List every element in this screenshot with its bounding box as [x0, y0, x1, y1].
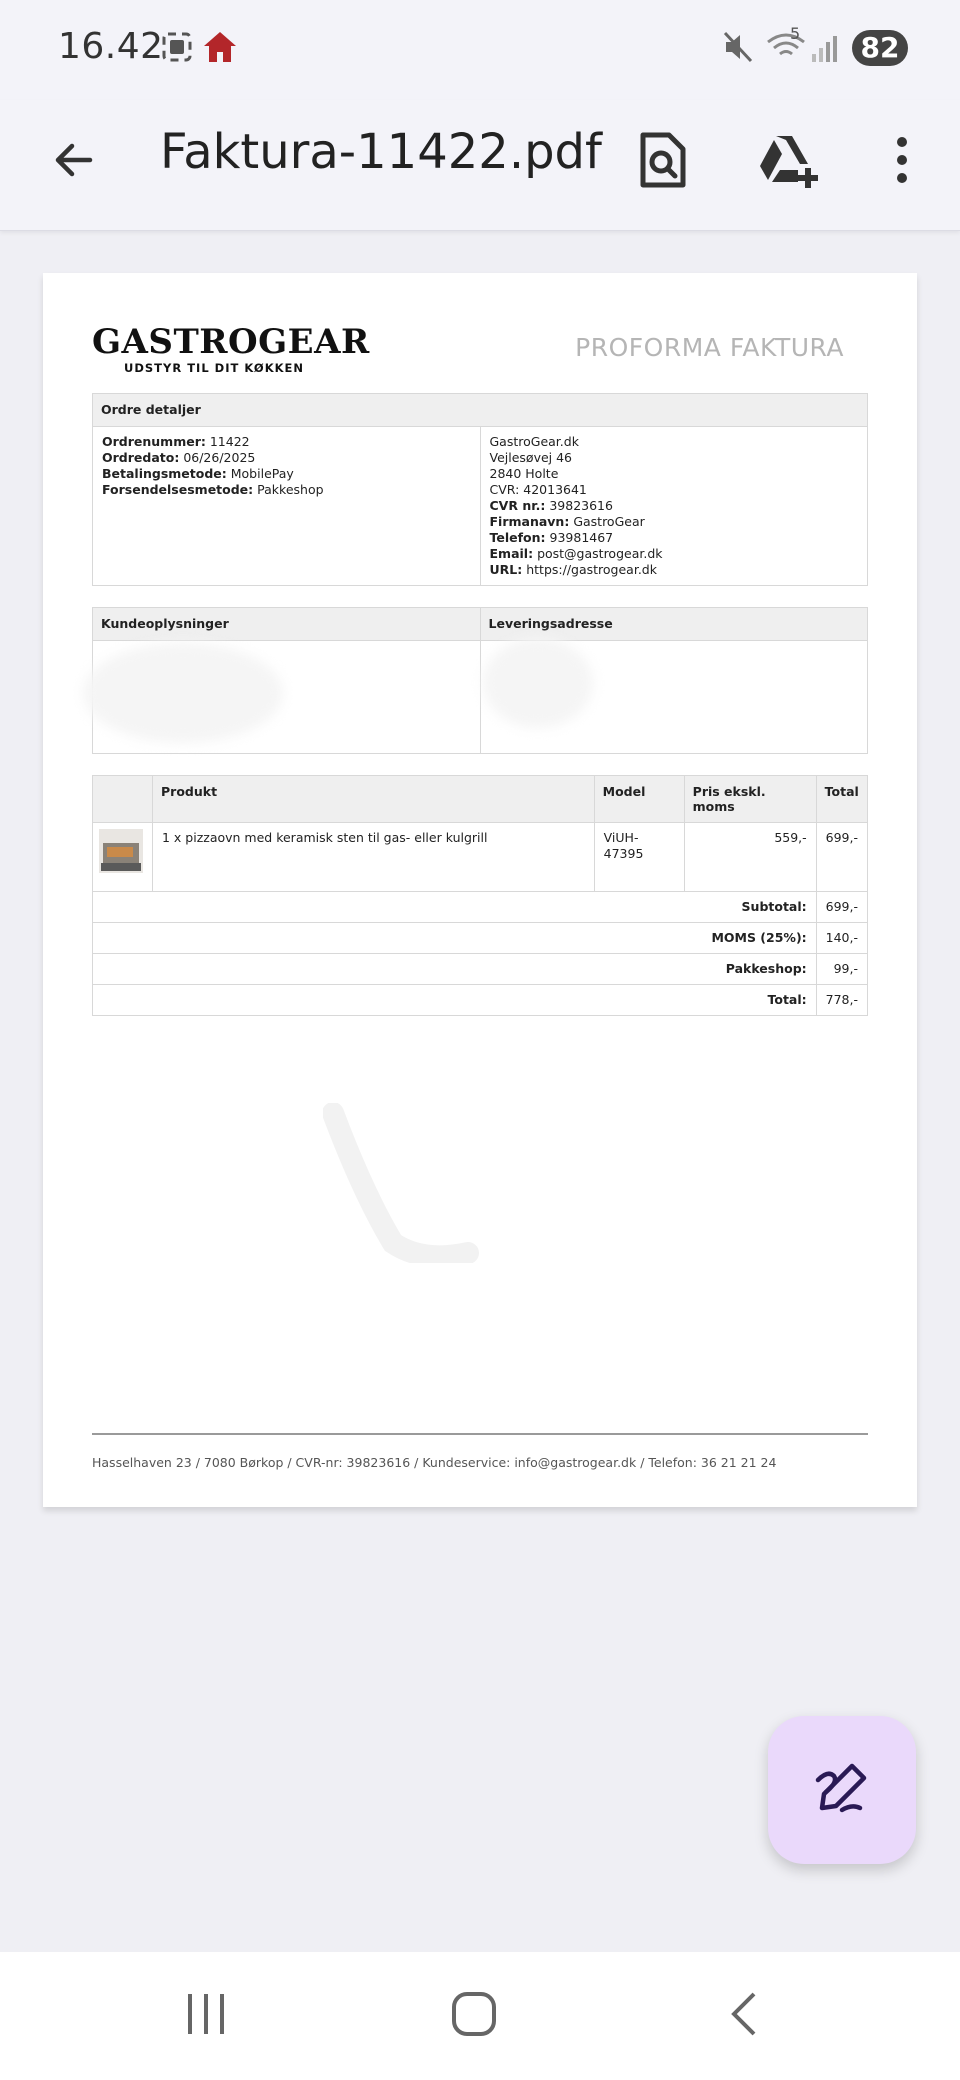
vat-row: MOMS (25%): 140,-	[92, 922, 869, 954]
subtotal-row: Subtotal: 699,-	[92, 891, 869, 923]
redacted-area	[83, 643, 283, 743]
status-time: 16.42	[58, 26, 164, 67]
invoice-doc-title: PROFORMA FAKTURA	[575, 333, 844, 362]
mute-icon	[722, 30, 754, 68]
pdf-page[interactable]: GASTROGEAR UDSTYR TIL DIT KØKKEN PROFORM…	[43, 273, 917, 1507]
total-label: Total:	[767, 992, 807, 1007]
back-arrow-icon	[50, 136, 98, 188]
product-total-cell: 699,-	[815, 822, 869, 892]
home-button-icon	[451, 1991, 497, 2041]
shipping-value: 99,-	[833, 961, 858, 976]
footer-divider	[92, 1433, 868, 1435]
wifi-badge: 5	[790, 24, 801, 43]
seller-cvr-nr-line: CVR nr.: 39823616	[489, 498, 613, 513]
col-total-header: Total	[815, 775, 869, 823]
back-icon	[728, 1990, 760, 2042]
document-title: Faktura-11422.pdf	[160, 124, 602, 180]
app-bar: Faktura-11422.pdf	[0, 100, 960, 231]
edit-fab-button[interactable]	[768, 1716, 916, 1864]
col-model-header: Model	[593, 775, 685, 823]
total-row: Total: 778,-	[92, 984, 869, 1016]
more-vert-icon	[894, 136, 910, 188]
redacted-area	[483, 638, 593, 728]
seller-phone-line: Telefon: 93981467	[489, 530, 614, 545]
seller-info-cell: GastroGear.dk Vejlesøvej 46 2840 Holte C…	[479, 426, 868, 586]
back-button[interactable]	[38, 126, 110, 198]
products-table: Produkt Model Pris ekskl. moms Total 1 x…	[92, 775, 869, 1016]
subtotal-value: 699,-	[825, 899, 858, 914]
order-info-cell: Ordrenummer: 11422 Ordredato: 06/26/2025…	[92, 426, 481, 586]
seller-cvr: CVR: 42013641	[489, 482, 587, 497]
signal-icon	[810, 30, 840, 68]
status-bar: 16.42 5 82	[0, 0, 960, 100]
more-options-button[interactable]	[866, 126, 938, 198]
col-product-header: Produkt	[152, 775, 595, 823]
shipping-row: Pakkeshop: 99,-	[92, 953, 869, 985]
seller-company-line: Firmanavn: GastroGear	[489, 514, 645, 529]
subtotal-label: Subtotal:	[741, 899, 807, 914]
seller-url-line: URL: https://gastrogear.dk	[489, 562, 657, 577]
drive-add-button[interactable]	[752, 126, 824, 198]
seller-city: 2840 Holte	[489, 466, 559, 481]
search-document-button[interactable]	[626, 126, 698, 198]
col-price-header: Pris ekskl. moms	[683, 775, 817, 823]
drive-add-icon	[756, 132, 820, 192]
logo-sub-text: UDSTYR TIL DIT KØKKEN	[124, 361, 305, 375]
payment-method-line: Betalingsmetode: MobilePay	[102, 466, 294, 481]
shipping-method-line: Forsendelsesmetode: Pakkeshop	[102, 482, 324, 497]
vat-value: 140,-	[825, 930, 858, 945]
product-name-cell: 1 x pizzaovn med keramisk sten til gas- …	[152, 822, 595, 892]
recent-apps-button[interactable]	[166, 1986, 246, 2046]
search-document-icon	[637, 132, 687, 192]
home-icon	[202, 30, 238, 68]
table-row: 1 x pizzaovn med keramisk sten til gas- …	[92, 822, 869, 892]
recent-apps-icon	[184, 1992, 228, 2040]
company-logo: GASTROGEAR UDSTYR TIL DIT KØKKEN	[92, 325, 370, 375]
home-nav-button[interactable]	[434, 1986, 514, 2046]
system-nav-bar	[0, 1952, 960, 2080]
customer-info-header: Kundeoplysninger	[92, 607, 481, 641]
invoice-footer: Hasselhaven 23 / 7080 Børkop / CVR-nr: 3…	[92, 1455, 777, 1470]
seller-street: Vejlesøvej 46	[489, 450, 573, 465]
order-details-table: Ordre detaljer Ordrenummer: 11422 Ordred…	[92, 393, 868, 586]
shipping-label: Pakkeshop:	[725, 961, 807, 976]
col-image-header	[92, 775, 153, 823]
back-nav-button[interactable]	[704, 1986, 784, 2046]
total-value: 778,-	[825, 992, 858, 1007]
product-price-cell: 559,-	[683, 822, 817, 892]
product-model-cell: ViUH-47395	[593, 822, 685, 892]
seller-name: GastroGear.dk	[489, 434, 579, 449]
seller-email-line: Email: post@gastrogear.dk	[489, 546, 663, 561]
order-details-header: Ordre detaljer	[92, 393, 868, 427]
delivery-address-header: Leveringsadresse	[479, 607, 868, 641]
faint-mark	[323, 1103, 479, 1263]
logo-main-text: GASTROGEAR	[92, 322, 370, 362]
vat-label: MOMS (25%):	[711, 930, 807, 945]
product-thumbnail-cell	[92, 822, 153, 892]
order-number-line: Ordrenummer: 11422	[102, 434, 250, 449]
product-thumbnail	[99, 829, 143, 873]
order-date-line: Ordredato: 06/26/2025	[102, 450, 256, 465]
battery-indicator: 82	[852, 30, 908, 66]
edit-pen-icon	[812, 1758, 872, 1822]
screenshot-icon	[160, 30, 194, 68]
